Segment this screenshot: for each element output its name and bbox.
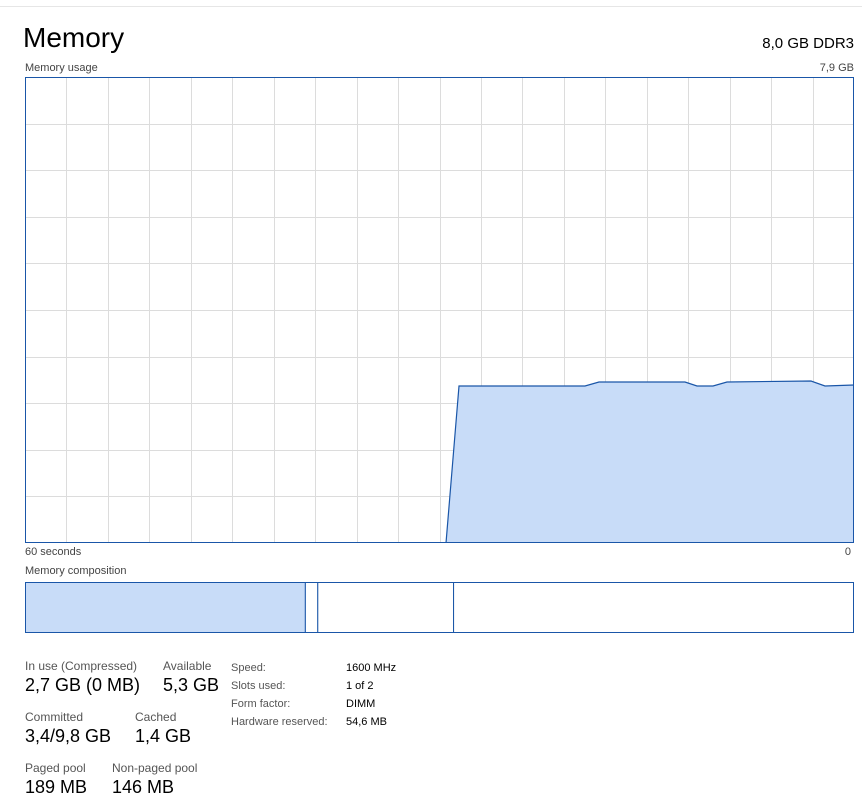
memory-usage-graph — [25, 77, 854, 543]
memory-spec: 8,0 GB DDR3 — [762, 35, 854, 52]
stat-paged-pool: Paged pool 189 MB — [25, 761, 87, 798]
stat-available-value: 5,3 GB — [163, 675, 220, 695]
info-form-factor-label: Form factor: — [231, 698, 291, 710]
stat-in-use: In use (Compressed) 2,7 GB (0 MB) — [25, 659, 140, 696]
time-axis-start: 60 seconds — [25, 546, 82, 558]
stat-cached: Cached 1,4 GB — [135, 710, 191, 747]
info-speed-row: Speed: 1600 MHz — [231, 659, 396, 677]
stat-committed-label: Committed — [25, 710, 84, 724]
info-speed-value: 1600 MHz — [346, 662, 397, 674]
time-axis-end: 0 — [844, 546, 851, 558]
stat-non-paged-pool-value: 146 MB — [112, 777, 175, 797]
info-form-factor-value: DIMM — [346, 698, 376, 710]
stat-paged-pool-label: Paged pool — [25, 761, 86, 775]
stat-non-paged-pool-label: Non-paged pool — [112, 761, 198, 775]
stat-available-label: Available — [163, 659, 212, 673]
info-slots-value: 1 of 2 — [346, 680, 374, 692]
memory-composition-bar — [25, 582, 854, 633]
memory-usage-label: Memory usage — [25, 62, 98, 74]
top-divider — [0, 6, 862, 7]
info-speed-label: Speed: — [231, 662, 266, 674]
info-slots-row: Slots used: 1 of 2 — [231, 677, 396, 695]
stat-cached-value: 1,4 GB — [135, 726, 192, 746]
stat-committed: Committed 3,4/9,8 GB — [25, 710, 111, 747]
stat-in-use-value: 2,7 GB (0 MB) — [25, 675, 141, 695]
info-form-factor-row: Form factor: DIMM — [231, 695, 396, 713]
memory-info-table: Speed: 1600 MHz Slots used: 1 of 2 Form fa… — [231, 659, 396, 731]
memory-usage-area — [446, 381, 854, 543]
stat-available: Available 5,3 GB — [163, 659, 219, 696]
composition-standby-segment — [317, 582, 455, 633]
memory-composition-label: Memory composition — [25, 565, 127, 577]
memory-usage-max: 7,9 GB — [819, 62, 854, 74]
info-hardware-reserved-value: 54,6 MB — [346, 716, 387, 728]
composition-free-segment — [453, 582, 854, 633]
stat-paged-pool-value: 189 MB — [25, 777, 88, 797]
info-hardware-reserved-row: Hardware reserved: 54,6 MB — [231, 713, 396, 731]
composition-modified-segment — [304, 582, 319, 633]
stat-cached-label: Cached — [135, 710, 177, 724]
stat-in-use-label: In use (Compressed) — [25, 659, 138, 673]
info-hardware-reserved-label: Hardware reserved: — [231, 716, 328, 728]
stat-non-paged-pool: Non-paged pool 146 MB — [112, 761, 197, 798]
stat-committed-value: 3,4/9,8 GB — [25, 726, 112, 746]
info-slots-label: Slots used: — [231, 680, 286, 692]
page-title: Memory — [23, 22, 125, 53]
composition-in-use-segment — [25, 582, 306, 633]
